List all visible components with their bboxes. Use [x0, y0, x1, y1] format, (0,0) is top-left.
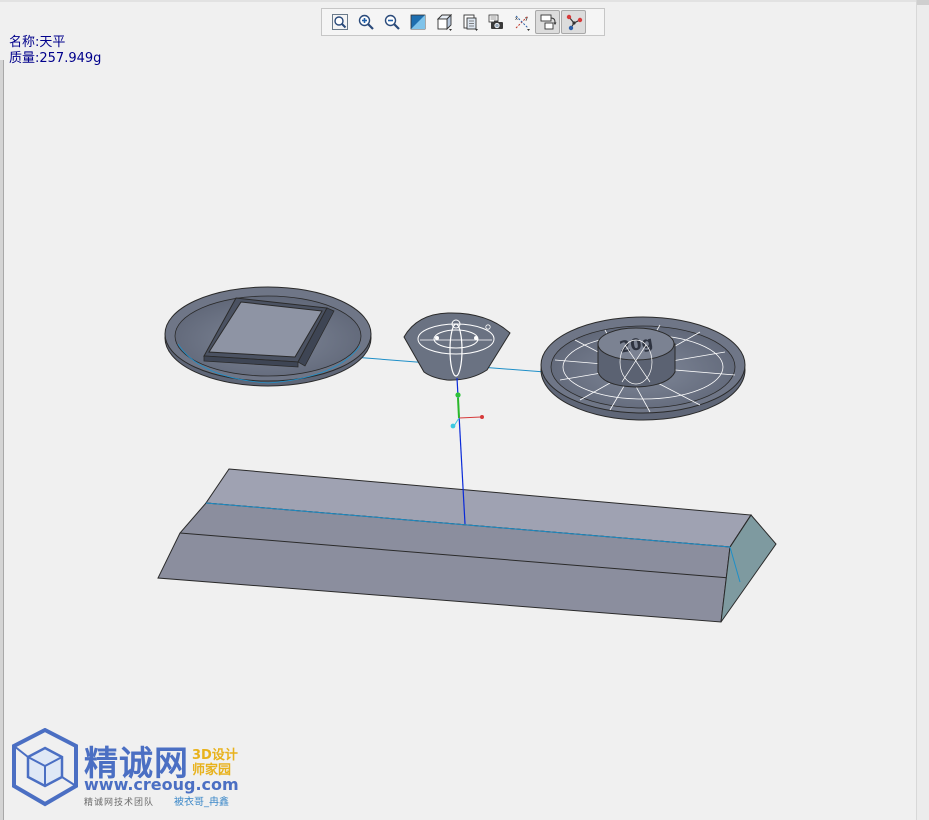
right-pan[interactable]: 20g: [540, 316, 746, 421]
brand-url: www.creoug.com: [84, 775, 239, 794]
brand-team: 精诚网技术团队: [84, 798, 155, 808]
brand-author: 被衣哥_冉鑫: [174, 797, 229, 808]
brand-logo-icon: [12, 728, 78, 807]
base-block[interactable]: [157, 468, 777, 623]
model-viewport[interactable]: 20g: [0, 0, 929, 820]
center-pivot[interactable]: [403, 312, 511, 381]
left-pan[interactable]: [164, 286, 372, 387]
watermark: 精诚网 3D设计 师家园 www.creoug.com 精诚网技术团队 被衣哥_…: [10, 728, 250, 812]
